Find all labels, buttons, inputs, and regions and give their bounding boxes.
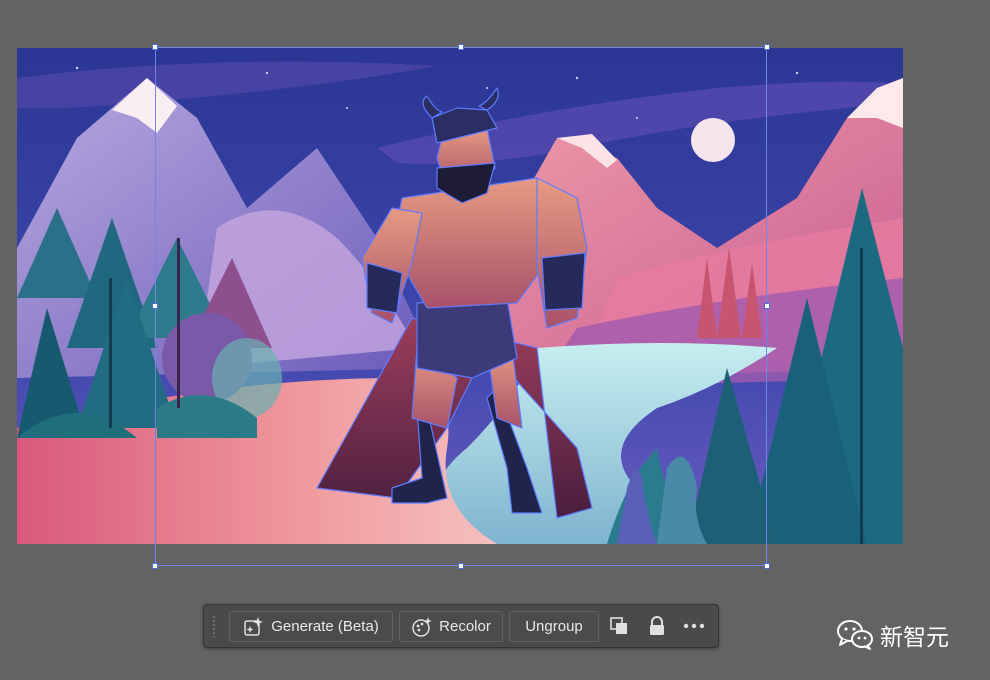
- recolor-icon: [412, 616, 433, 637]
- drag-grip-handle[interactable]: [212, 615, 216, 637]
- wechat-icon: [837, 620, 873, 650]
- contextual-task-bar: Generate (Beta) Recolor Ungroup: [203, 604, 719, 648]
- ungroup-label: Ungroup: [525, 618, 583, 635]
- resize-handle-top-center[interactable]: [458, 44, 464, 50]
- resize-handle-bottom-center[interactable]: [458, 563, 464, 569]
- ungroup-button[interactable]: Ungroup: [509, 611, 599, 642]
- lock-button[interactable]: [645, 614, 669, 638]
- resize-handle-middle-left[interactable]: [152, 303, 158, 309]
- arrange-icon: [610, 617, 627, 634]
- generate-sparkle-icon: [244, 616, 264, 636]
- artboard-illustration[interactable]: [17, 48, 903, 544]
- recolor-label: Recolor: [439, 618, 491, 635]
- resize-handle-top-left[interactable]: [152, 44, 158, 50]
- lock-icon: [650, 616, 664, 635]
- generate-beta-button[interactable]: Generate (Beta): [229, 611, 393, 642]
- more-icon: [683, 623, 705, 629]
- generate-beta-label: Generate (Beta): [271, 618, 379, 635]
- recolor-button[interactable]: Recolor: [399, 611, 503, 642]
- arrange-button[interactable]: [607, 614, 631, 638]
- resize-handle-bottom-right[interactable]: [764, 563, 770, 569]
- watermark: 新智元: [836, 618, 949, 652]
- resize-handle-bottom-left[interactable]: [152, 563, 158, 569]
- more-options-button[interactable]: [682, 614, 706, 638]
- resize-handle-top-right[interactable]: [764, 44, 770, 50]
- resize-handle-middle-right[interactable]: [764, 303, 770, 309]
- watermark-text: 新智元: [880, 624, 949, 650]
